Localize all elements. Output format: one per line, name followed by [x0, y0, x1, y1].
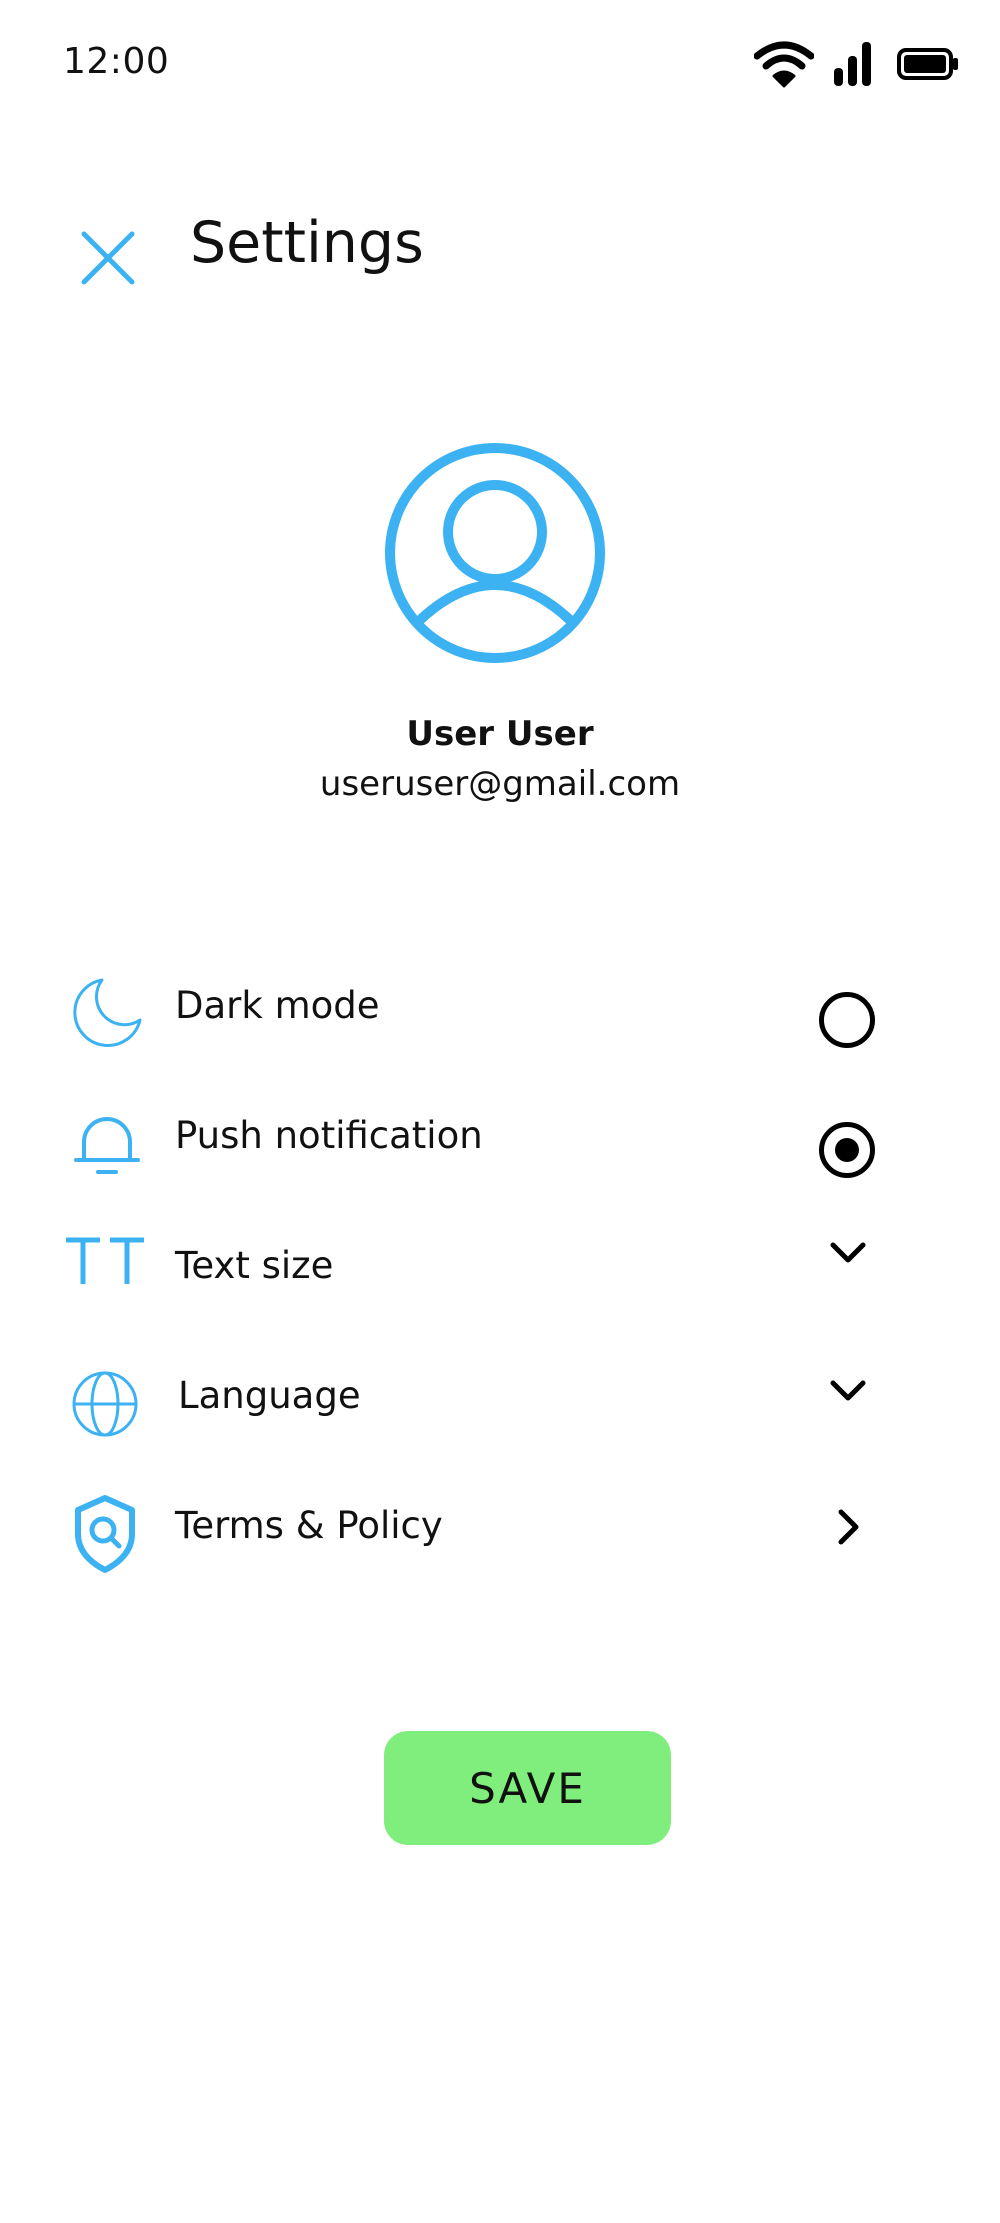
close-icon [81, 231, 135, 285]
status-time: 12:00 [63, 41, 170, 82]
cellular-signal-icon [834, 42, 871, 86]
battery-icon [897, 48, 958, 80]
dark-mode-radio[interactable] [819, 992, 875, 1048]
close-button[interactable] [75, 225, 141, 291]
profile-section: User User useruser@gmail.com [0, 440, 1000, 820]
setting-text-size[interactable]: Text size [0, 1200, 1000, 1320]
settings-list: Dark mode Push notification Text size La… [0, 940, 1000, 1620]
setting-label: Text size [175, 1244, 334, 1287]
save-button[interactable]: SAVE [384, 1731, 671, 1845]
user-email: useruser@gmail.com [319, 764, 681, 804]
wifi-icon [754, 41, 814, 88]
setting-dark-mode[interactable]: Dark mode [0, 940, 1000, 1060]
status-icons [754, 38, 984, 88]
setting-language[interactable]: Language [0, 1330, 1000, 1450]
text-size-icon [66, 1237, 144, 1284]
setting-push-notification[interactable]: Push notification [0, 1070, 1000, 1190]
setting-label: Language [178, 1374, 361, 1417]
bell-icon [74, 1117, 140, 1174]
moon-icon [73, 978, 142, 1047]
globe-icon [72, 1371, 138, 1437]
setting-label: Terms & Policy [175, 1504, 443, 1547]
page-title: Settings [190, 210, 424, 276]
chevron-right-icon[interactable] [825, 1504, 871, 1550]
setting-label: Dark mode [175, 984, 380, 1027]
shield-search-icon [75, 1495, 135, 1573]
header: Settings [0, 190, 1000, 310]
push-notification-radio[interactable] [819, 1122, 875, 1178]
status-bar: 12:00 [0, 0, 1000, 120]
chevron-down-icon[interactable] [825, 1368, 871, 1414]
user-name: User User [406, 714, 594, 754]
user-circle-icon[interactable] [382, 440, 608, 666]
chevron-down-icon[interactable] [825, 1230, 871, 1276]
setting-label: Push notification [175, 1114, 483, 1157]
setting-terms-policy[interactable]: Terms & Policy [0, 1460, 1000, 1580]
radio-selected-dot [835, 1138, 859, 1162]
